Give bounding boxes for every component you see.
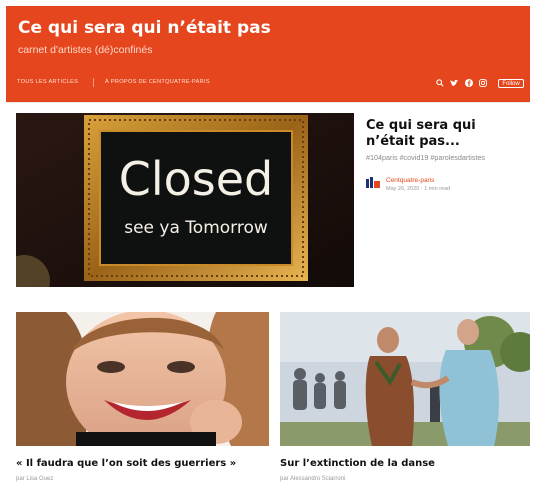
nav-separator: [93, 78, 94, 87]
author-logo-icon[interactable]: [366, 177, 380, 189]
instagram-icon[interactable]: [479, 74, 487, 92]
card-author-2[interactable]: par Alessandro Sciarroni: [280, 476, 345, 482]
feature-image[interactable]: Closed see ya Tomorrow: [16, 113, 354, 287]
sign-tomorrow-text: see ya Tomorrow: [124, 218, 268, 238]
header-divider: [6, 102, 530, 103]
nav-all-articles[interactable]: TOUS LES ARTICLES: [17, 79, 78, 85]
search-icon[interactable]: [436, 74, 444, 92]
card-title-2[interactable]: Sur l’extinction de la danse: [280, 458, 435, 469]
site-title[interactable]: Ce qui sera qui n’était pas: [18, 18, 271, 38]
card-image-portrait[interactable]: [16, 312, 269, 446]
feature-tags: #104paris #covid19 #parolesdartistes: [366, 153, 486, 162]
card-title-1[interactable]: « Il faudra que l’on soit des guerriers …: [16, 458, 236, 469]
site-subtitle: carnet d'artistes (dé)confinés: [18, 44, 153, 56]
twitter-icon[interactable]: [450, 74, 459, 92]
nav-about[interactable]: À PROPOS DE CENTQUATRE-PARIS: [105, 79, 210, 85]
facebook-icon[interactable]: [465, 74, 473, 92]
sign-closed-text: Closed: [119, 152, 274, 206]
feature-author[interactable]: Centquatre-paris: [386, 177, 434, 184]
card-image-dance[interactable]: [280, 312, 530, 446]
feature-meta: May 26, 2020 · 1 min read: [386, 186, 451, 192]
follow-button[interactable]: Follow: [498, 79, 524, 88]
feature-title[interactable]: Ce qui sera qui n’était pas...: [366, 118, 526, 150]
card-author-1[interactable]: par Lisa Guez: [16, 476, 53, 482]
social-icons: [436, 77, 487, 88]
